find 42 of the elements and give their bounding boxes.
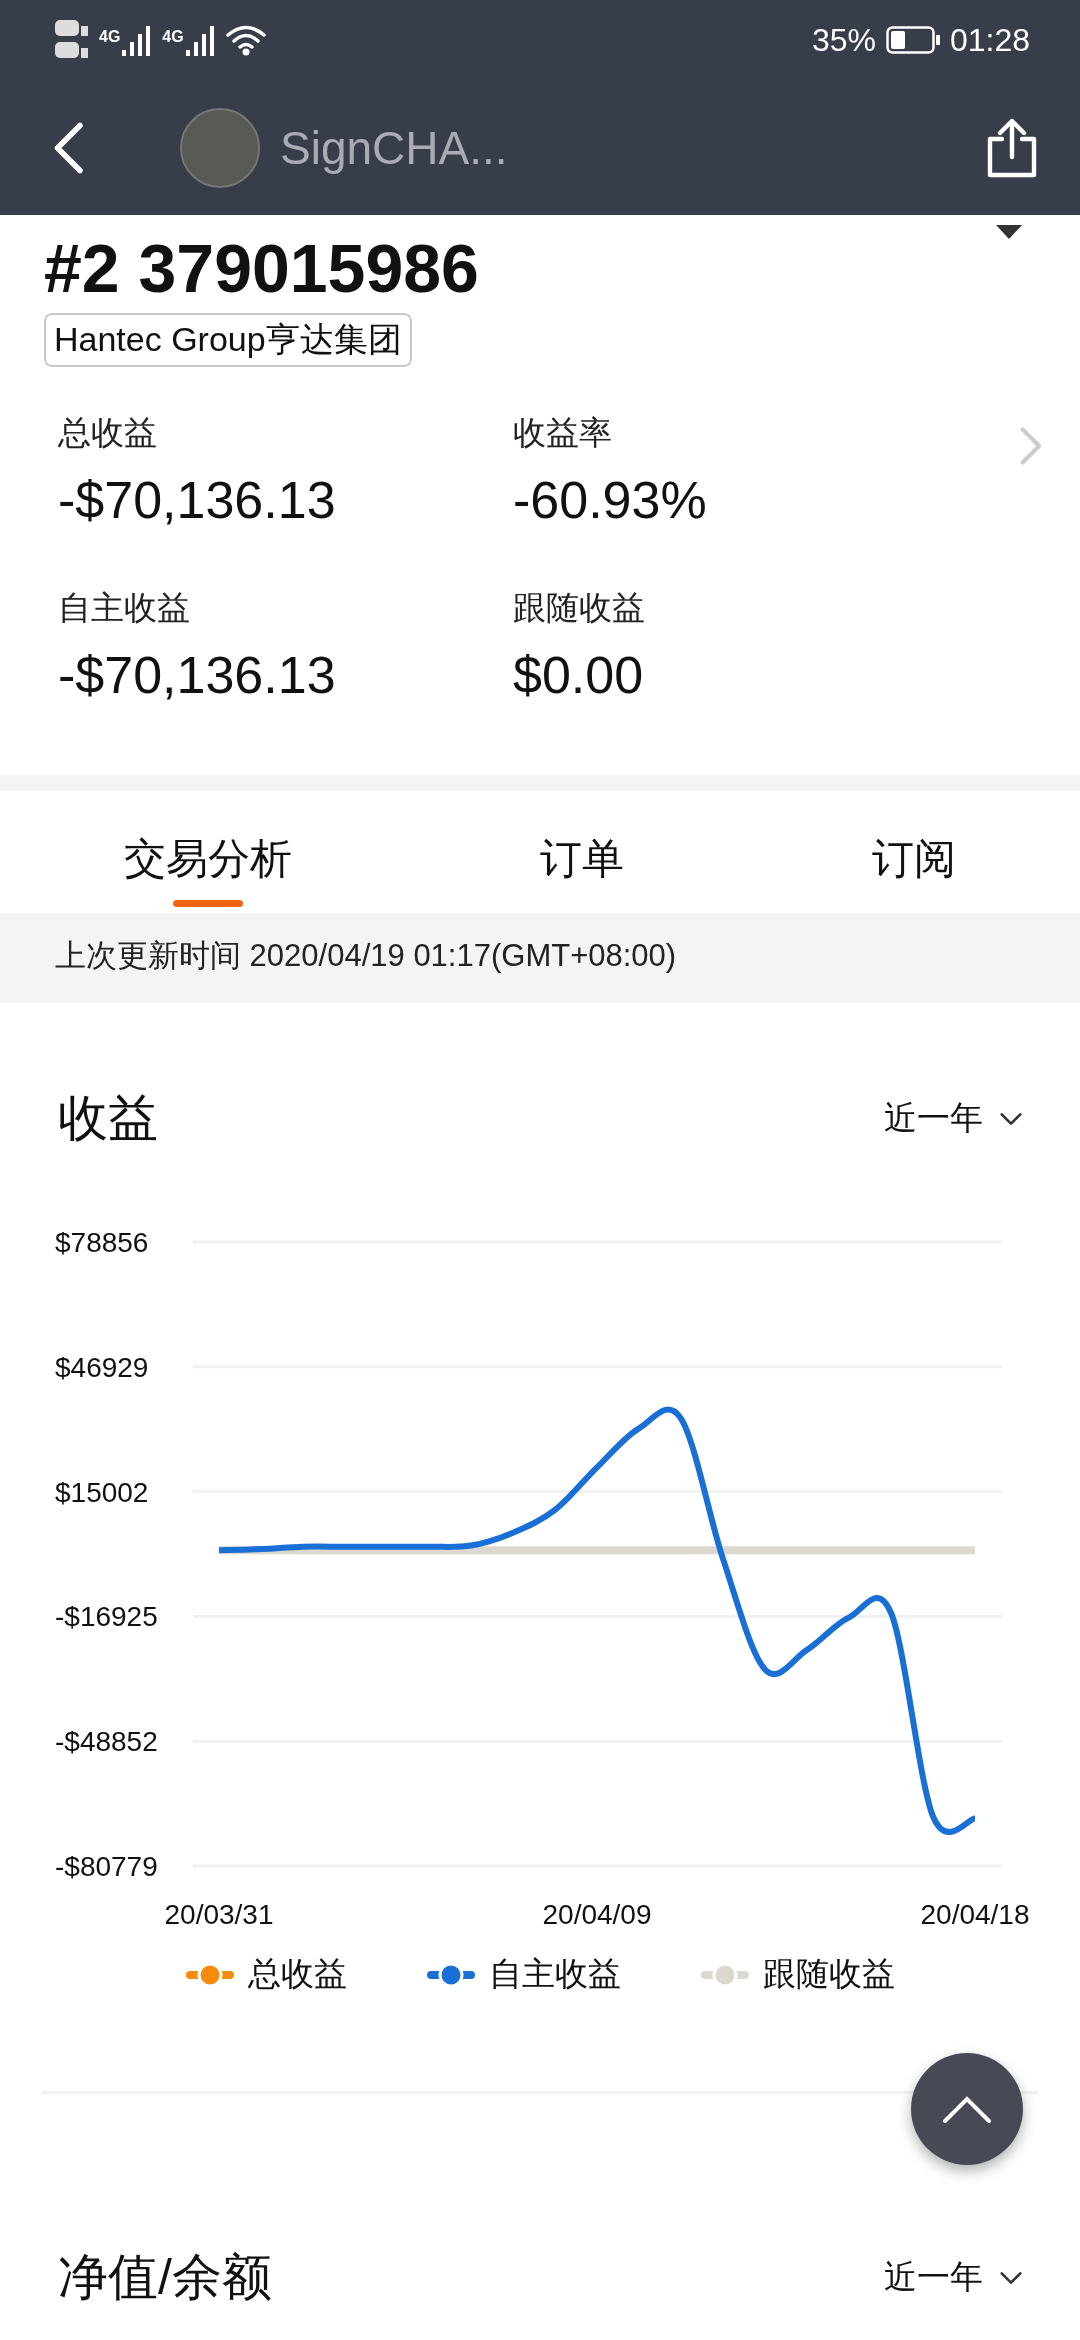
axis-label: $46929	[55, 1351, 149, 1383]
axis-label: $15002	[55, 1476, 149, 1508]
axis-label: 20/04/09	[542, 1899, 652, 1930]
axis-label: -$48852	[55, 1726, 158, 1758]
wifi-icon	[225, 24, 266, 56]
stat-label: 自主收益	[58, 588, 191, 628]
battery-icon	[885, 26, 940, 54]
legend-label: 总收益	[247, 1954, 347, 1994]
account-number: #2 379015986	[44, 229, 479, 307]
stat-label: 收益率	[513, 413, 613, 453]
axis-label: $78856	[55, 1227, 149, 1258]
stat-label: 跟随收益	[513, 588, 646, 628]
network-label: 4G	[99, 28, 121, 46]
signal-icon	[185, 24, 216, 56]
stat-value: $0.00	[513, 645, 645, 705]
scroll-top-button[interactable]	[911, 2053, 1023, 2165]
clock: 01:28	[949, 21, 1030, 59]
range-dropdown[interactable]: 近一年	[884, 2255, 1025, 2300]
broker-tag: Hantec Group亨达集团	[44, 313, 412, 367]
update-note: 上次更新时间 2020/04/19 01:17(GMT+08:00)	[0, 913, 1080, 1003]
signal-icon	[122, 24, 153, 56]
stat-value: -60.93%	[513, 470, 708, 530]
caret-icon[interactable]	[996, 225, 1022, 239]
axis-label: 20/03/31	[164, 1899, 274, 1930]
axis-label: -$16925	[55, 1601, 158, 1633]
legend-label: 自主收益	[488, 1954, 621, 1994]
tab[interactable]: 订单	[520, 819, 644, 913]
stat-value: -$70,136.13	[58, 470, 337, 530]
section-title: 收益	[58, 1089, 158, 1148]
network-label: 4G	[162, 28, 184, 46]
section-title: 净值/余额	[58, 2248, 272, 2307]
trader-name: SignCHA...	[280, 120, 509, 175]
range-dropdown[interactable]: 近一年	[884, 1096, 1025, 1141]
stat-label: 总收益	[58, 413, 158, 453]
axis-label: -$80779	[55, 1851, 158, 1882]
tab[interactable]: 订阅	[852, 819, 976, 913]
tab[interactable]: 交易分析	[104, 819, 312, 913]
legend-label: 跟随收益	[762, 1954, 895, 1994]
chevron-up-icon	[942, 2094, 992, 2124]
battery-percent: 35%	[811, 21, 876, 59]
axis-label: 20/04/18	[920, 1899, 1030, 1930]
stat-value: -$70,136.13	[58, 645, 337, 705]
